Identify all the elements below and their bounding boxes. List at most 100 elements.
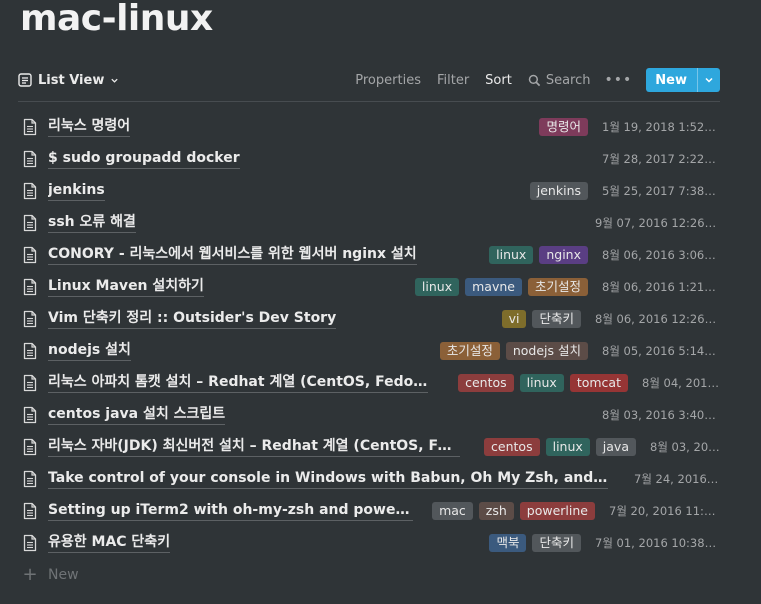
page-title-link[interactable]: centos java 설치 스크립트 [48,405,226,425]
tag-badge: mac [432,502,473,520]
tag-badge: linux [414,278,460,296]
tag-badge: 명령어 [539,118,588,136]
view-label: List View [38,72,105,88]
page-title-link[interactable]: CONORY - 리눅스에서 웹서비스를 위한 웹서버 nginx 설치 [48,245,417,265]
row-properties: linux mavne 초기설정 8월 06, 2016 1:21오전 [397,278,720,296]
created-date: 7월 20, 2016 11:45오후 [609,504,720,518]
tag-badge: mavne [465,278,522,296]
created-date: 8월 05, 2016 5:14오후 [602,344,720,358]
list-item[interactable]: ssh 오류 해결 9월 07, 2016 12:26오후 [18,207,720,239]
page-title-link[interactable]: ssh 오류 해결 [48,213,136,233]
tag-badge: java [595,438,636,456]
sort-button[interactable]: Sort [485,73,512,88]
page-title-link[interactable]: $ sudo groupadd docker [48,149,240,169]
new-button-group: New [646,68,720,92]
plus-icon: + [22,564,38,585]
page-icon [22,342,38,360]
list-item[interactable]: centos java 설치 스크립트 8월 03, 2016 3:40오후 [18,399,720,431]
created-date: 1월 19, 2018 1:52오후 [602,120,720,134]
list-view-icon [18,73,32,87]
list-item[interactable]: jenkins jenkins 5월 25, 2017 7:38오후 [18,175,720,207]
search-button[interactable]: Search [528,73,591,88]
tag-badge: powerline [519,502,595,520]
row-properties: 7월 24, 2016 11:20오후 [608,471,720,487]
page-title-link[interactable]: 리눅스 아파치 톰캣 설치 – Redhat 계열 (CentOS, Fedor… [48,373,428,393]
page-title-link[interactable]: nodejs 설치 [48,341,131,361]
filter-button[interactable]: Filter [437,73,469,88]
tag-badge: 단축키 [532,534,581,552]
created-date: 8월 03, 2016 3:12오후 [650,440,720,454]
list-item[interactable]: Linux Maven 설치하기 linux mavne 초기설정 8월 06, 201… [18,271,720,303]
properties-button[interactable]: Properties [355,73,421,88]
page-title-link[interactable]: 리눅스 명령어 [48,117,131,137]
tag-badge: jenkins [529,182,588,200]
tag-badge: zsh [478,502,514,520]
tag-badge: linux [519,374,564,392]
page-icon [22,438,38,456]
tag-badge: 초기설정 [439,342,500,360]
created-date: 8월 06, 2016 1:21오전 [602,280,720,294]
view-switcher[interactable]: List View [18,73,119,88]
page-title-link[interactable]: jenkins [48,181,105,201]
row-properties: linux nginx 8월 06, 2016 3:06오후 [471,246,720,264]
search-label: Search [545,72,591,88]
page-title-link[interactable]: 유용한 MAC 단축키 [48,533,171,553]
tag-badge: 초기설정 [527,278,588,296]
tag-badge: vi [501,310,527,328]
add-new-row[interactable]: + New [18,561,720,589]
page-title-link[interactable]: Setting up iTerm2 with oh-my-zsh and pow… [48,501,413,521]
list-item[interactable]: 리눅스 자바(JDK) 최신버전 설치 – Redhat 계열 (CentOS,… [18,431,720,463]
list-item[interactable]: Setting up iTerm2 with oh-my-zsh and pow… [18,495,720,527]
page-title-link[interactable]: Linux Maven 설치하기 [48,277,204,297]
list-item[interactable]: 리눅스 명령어 명령어 1월 19, 2018 1:52오후 [18,111,720,143]
row-properties: 8월 03, 2016 3:40오후 [576,407,720,423]
more-options-icon[interactable]: ••• [605,72,633,88]
new-button[interactable]: New [646,68,697,92]
tag-badge: centos [458,374,514,392]
page-icon [22,214,38,232]
tag-badge: linux [545,438,590,456]
row-properties: 맥북 단축키 7월 01, 2016 10:38오전 [471,534,720,552]
tag-badge: linux [489,246,534,264]
created-date: 8월 03, 2016 3:40오후 [602,408,720,422]
row-properties: 7월 28, 2017 2:22오후 [576,151,720,167]
page-icon [22,470,38,488]
page-icon [22,246,38,264]
created-date: 8월 06, 2016 12:26오전 [595,312,720,326]
created-date: 7월 28, 2017 2:22오후 [602,152,720,166]
list-item[interactable]: 유용한 MAC 단축키 맥북 단축키 7월 01, 2016 10:38오전 [18,527,720,559]
page-icon [22,406,38,424]
row-properties: 9월 07, 2016 12:26오후 [569,215,720,231]
list-item[interactable]: nodejs 설치 초기설정 nodejs 설치 8월 05, 2016 5:14오후 [18,335,720,367]
search-icon [528,74,541,86]
created-date: 8월 04, 2016 3:47오후 [642,376,720,390]
new-dropdown-button[interactable] [697,68,720,92]
list-item[interactable]: CONORY - 리눅스에서 웹서비스를 위한 웹서버 nginx 설치 linu… [18,239,720,271]
created-date: 7월 01, 2016 10:38오전 [595,536,720,550]
add-new-label: New [48,567,79,583]
created-date: 9월 07, 2016 12:26오후 [595,216,720,230]
row-properties: maczsh powerline 7월 20, 2016 11:45오후 [414,502,720,520]
created-date: 5월 25, 2017 7:38오후 [602,184,720,198]
row-properties: vi 단축키 8월 06, 2016 12:26오전 [484,310,720,328]
created-date: 8월 06, 2016 3:06오후 [602,248,720,262]
row-properties: 초기설정 nodejs 설치 8월 05, 2016 5:14오후 [422,342,720,360]
list-item[interactable]: Vim 단축키 정리 :: Outsider's Dev Story vi 단축키 8… [18,303,720,335]
tag-badge: centos [484,438,540,456]
tag-badge: tomcat [569,374,628,392]
chevron-down-icon [111,78,118,83]
page-title-link[interactable]: Vim 단축키 정리 :: Outsider's Dev Story [48,309,337,329]
page-icon [22,118,38,136]
tag-badge: nodejs 설치 [505,342,588,360]
page-icon [22,502,38,520]
page-title: mac-linux [20,0,213,39]
page-list: 리눅스 명령어 명령어 1월 19, 2018 1:52오후 $ sudo group… [18,111,720,589]
list-item[interactable]: Take control of your console in Windows … [18,463,720,495]
list-item[interactable]: 리눅스 아파치 톰캣 설치 – Redhat 계열 (CentOS, Fedor… [18,367,720,399]
page-icon [22,374,38,392]
page-title-link[interactable]: 리눅스 자바(JDK) 최신버전 설치 – Redhat 계열 (CentOS,… [48,437,460,457]
toolbar-divider [18,101,720,102]
list-item[interactable]: $ sudo groupadd docker 7월 28, 2017 2:22오후 [18,143,720,175]
row-properties: centos linux tomcat 8월 04, 2016 3:47오후 [440,374,720,392]
page-title-link[interactable]: Take control of your console in Windows … [48,469,608,489]
